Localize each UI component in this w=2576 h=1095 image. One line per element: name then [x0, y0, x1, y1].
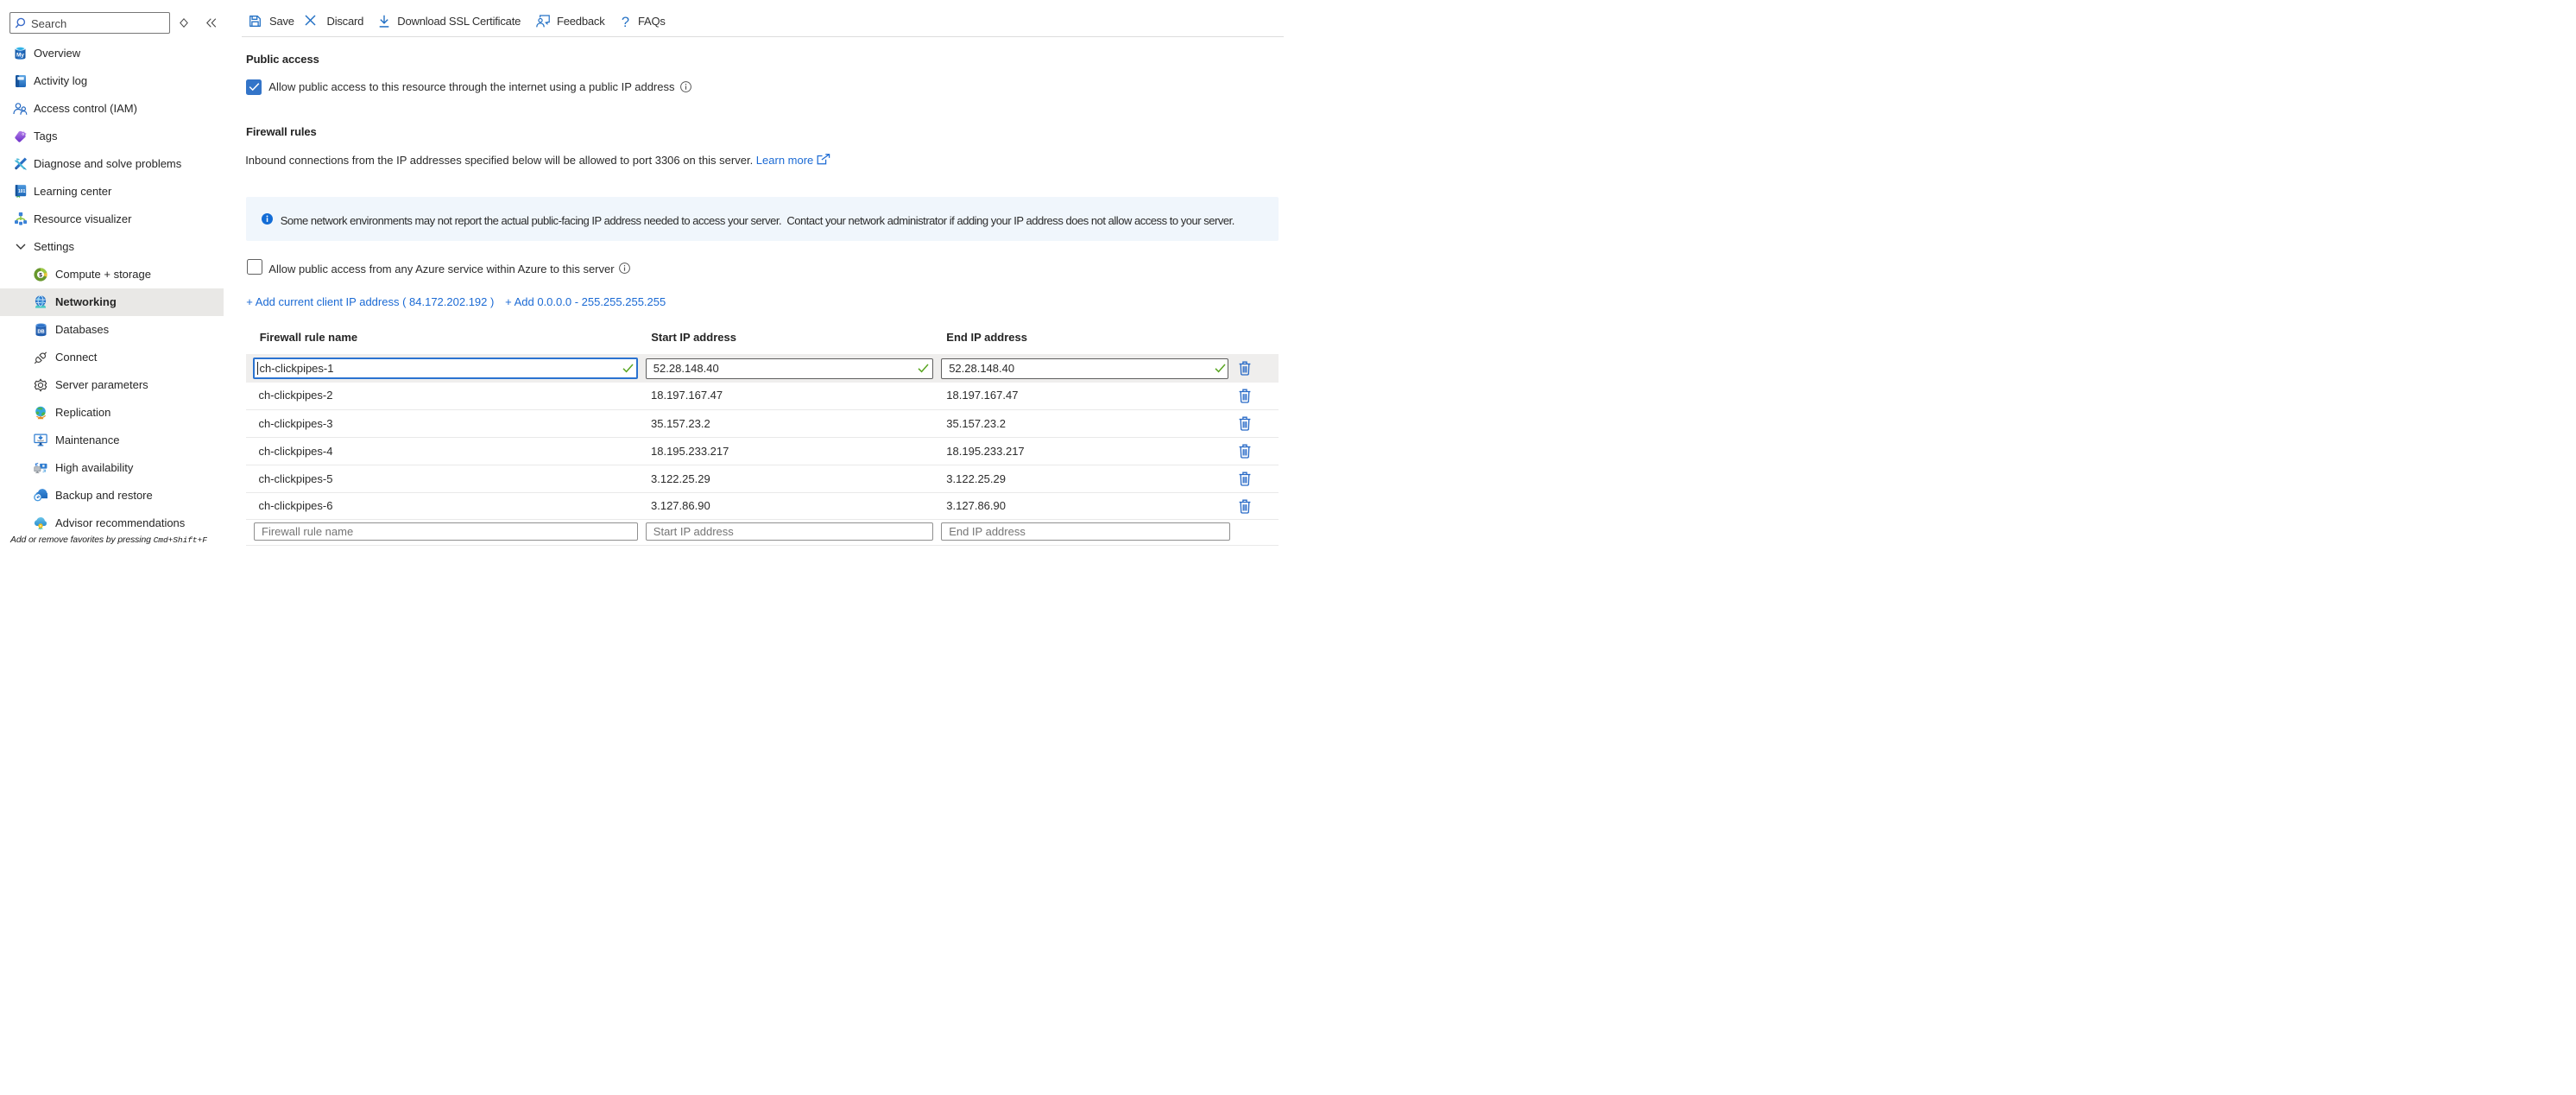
svg-text:101: 101	[18, 189, 26, 194]
svg-text:My: My	[16, 53, 24, 59]
svg-text:$: $	[39, 272, 42, 278]
svg-text:DB: DB	[37, 329, 44, 334]
svg-text:?: ?	[622, 15, 629, 30]
